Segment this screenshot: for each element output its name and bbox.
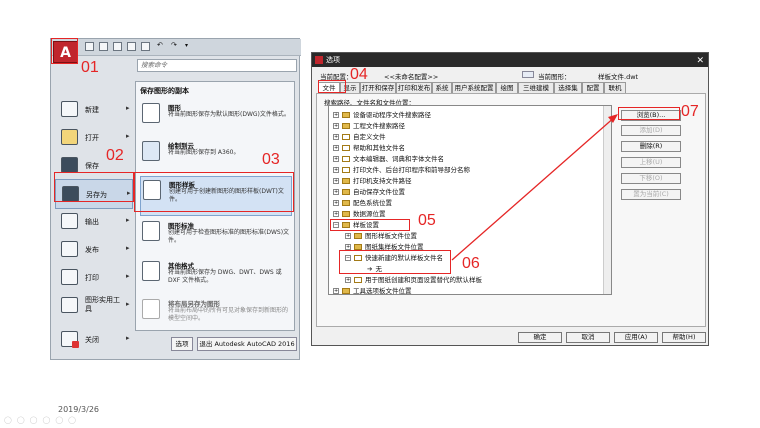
annotation-arrow xyxy=(451,114,618,261)
slide-date: 2019/3/26 xyxy=(58,405,100,414)
slide-controls: ◯◯◯◯◯◯ xyxy=(4,416,82,424)
arrow-line xyxy=(451,115,617,261)
